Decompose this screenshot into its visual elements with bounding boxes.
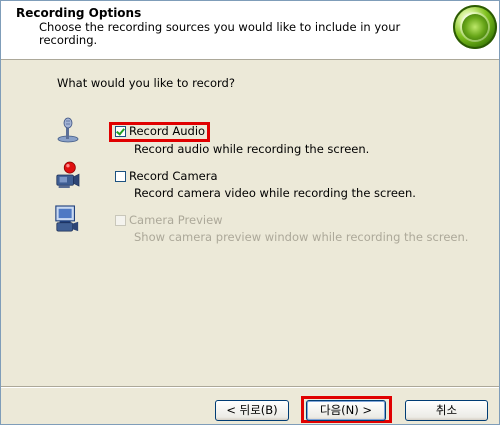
microphone-icon (57, 117, 79, 143)
cancel-button[interactable]: 취소 (405, 400, 488, 421)
recording-options-dialog: Recording Options Choose the recording s… (0, 0, 500, 425)
record-camera-label[interactable]: Record Camera (129, 169, 218, 183)
next-button[interactable]: 다음(N) > (306, 400, 386, 421)
app-logo-icon (453, 5, 497, 49)
back-button[interactable]: < 뒤로(B) (215, 400, 289, 421)
camera-preview-icon (55, 205, 79, 232)
camera-preview-checkbox[interactable] (115, 215, 126, 226)
record-camera-checkbox[interactable] (115, 171, 126, 182)
record-audio-checkbox[interactable] (115, 126, 126, 137)
camera-preview-description: Show camera preview window while recordi… (134, 230, 469, 244)
record-audio-description: Record audio while recording the screen. (134, 142, 370, 156)
camera-preview-label[interactable]: Camera Preview (129, 213, 223, 227)
wizard-header: Recording Options Choose the recording s… (1, 1, 499, 60)
record-camera-description: Record camera video while recording the … (134, 186, 416, 200)
footer-separator (1, 386, 499, 388)
wizard-description: Choose the recording sources you would l… (39, 20, 401, 47)
record-question: What would you like to record? (57, 76, 235, 90)
record-audio-label[interactable]: Record Audio (129, 124, 205, 138)
camera-icon (56, 161, 80, 188)
wizard-title: Recording Options (16, 6, 142, 20)
